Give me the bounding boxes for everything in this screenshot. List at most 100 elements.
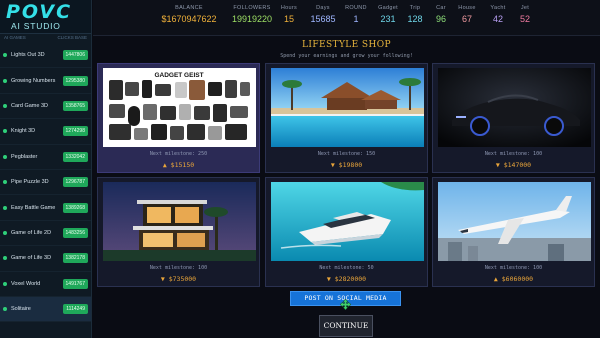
logo-subtitle: AI STUDIO bbox=[11, 21, 61, 31]
stat-label: Days bbox=[316, 5, 330, 11]
sidebar-header-left: AI GAMES bbox=[4, 35, 26, 40]
gadget-image: GADGET GEIST bbox=[103, 68, 256, 147]
car-image bbox=[438, 68, 591, 147]
stat-value: 67 bbox=[461, 14, 472, 24]
sidebar-item-game-of-life-3d[interactable]: Game of Life 3D 1382178 bbox=[0, 246, 91, 272]
stat-jet: Jet 52 bbox=[515, 5, 535, 24]
stat-yacht: Yacht 42 bbox=[486, 5, 510, 24]
sidebar-item-label: Card Game 3D bbox=[11, 102, 48, 109]
price-text: ▼ $147000 bbox=[495, 161, 532, 169]
sidebar-item-count: 1295380 bbox=[62, 75, 88, 86]
sidebar-item-label: Easy Battle Game bbox=[11, 204, 56, 211]
shop-card-trip[interactable]: Next milestone: 150 ▼ $19800 bbox=[265, 63, 428, 173]
sidebar-item-count: 1389268 bbox=[62, 202, 88, 213]
stat-house: House 67 bbox=[455, 5, 479, 24]
shop-card-house[interactable]: Next milestone: 100 ▼ $735000 bbox=[97, 177, 260, 287]
stat-label: Trip bbox=[409, 5, 421, 11]
stat-label: House bbox=[458, 5, 476, 11]
price-text: ▼ $2820000 bbox=[326, 275, 367, 283]
shop-panel: LIFESTYLE SHOP Spend your earnings and g… bbox=[93, 36, 600, 338]
sidebar-item-game-of-life-2d[interactable]: Game of Life 2D 1483256 bbox=[0, 221, 91, 247]
sidebar-item-lights-out-3d[interactable]: Lights Out 3D 1447806 bbox=[0, 43, 91, 69]
stat-days: Days 15685 bbox=[308, 5, 338, 24]
sidebar-item-voxel-world[interactable]: Voxel World 1491767 bbox=[0, 272, 91, 297]
milestone-text: Next milestone: 150 bbox=[317, 151, 376, 157]
status-dot-icon bbox=[3, 53, 7, 58]
logo: POVC AI STUDIO bbox=[0, 0, 91, 34]
stat-balance: BALANCE $1670947622 bbox=[157, 5, 221, 24]
sidebar-item-label: Solitaire bbox=[11, 306, 31, 313]
shop-subtitle: Spend your earnings and grow your follow… bbox=[280, 53, 413, 59]
stat-value: 1 bbox=[353, 14, 359, 24]
sidebar-item-pegblaster[interactable]: Pegblaster 1332042 bbox=[0, 145, 91, 170]
stat-label: FOLLOWERS bbox=[233, 5, 271, 11]
sidebar-item-label: Growing Numbers bbox=[11, 77, 56, 84]
status-dot-icon bbox=[3, 307, 7, 312]
shop-card-car[interactable]: Next milestone: 100 ▼ $147000 bbox=[432, 63, 595, 173]
sidebar-item-count: 1491767 bbox=[62, 278, 88, 289]
shop-title: LIFESTYLE SHOP bbox=[302, 40, 391, 50]
stat-round: ROUND 1 bbox=[343, 5, 369, 24]
milestone-text: Next milestone: 100 bbox=[149, 265, 208, 271]
stat-value: 52 bbox=[519, 14, 530, 24]
jet-image bbox=[438, 182, 591, 261]
stat-value: $1670947622 bbox=[161, 14, 217, 24]
stat-value: 15 bbox=[283, 14, 294, 24]
price-text: ▲ $6060000 bbox=[493, 275, 534, 283]
sidebar-item-label: Lights Out 3D bbox=[11, 52, 45, 59]
stat-value: 19919220 bbox=[231, 14, 273, 24]
status-dot-icon bbox=[3, 78, 7, 83]
sidebar-item-count: 1382178 bbox=[62, 253, 88, 264]
continue-button[interactable]: CONTINUE bbox=[319, 315, 373, 337]
stat-label: Yacht bbox=[490, 5, 506, 11]
sidebar-item-count: 1332042 bbox=[62, 151, 88, 162]
sidebar-item-pipe-puzzle-3d[interactable]: Pipe Puzzle 3D 1296787 bbox=[0, 170, 91, 196]
sidebar-item-count: 1447806 bbox=[62, 50, 88, 61]
sidebar-item-count: 1114249 bbox=[63, 304, 88, 315]
sidebar-item-solitaire[interactable]: Solitaire 1114249 bbox=[0, 296, 91, 323]
stat-value: 231 bbox=[380, 14, 396, 24]
sidebar-item-count: 1296787 bbox=[62, 177, 88, 188]
stats-bar: BALANCE $1670947622 FOLLOWERS 19919220 Hou… bbox=[93, 0, 600, 36]
sidebar-item-label: Knight 3D bbox=[11, 128, 36, 135]
stat-label: Jet bbox=[520, 5, 530, 11]
milestone-text: Next milestone: 250 bbox=[149, 151, 208, 157]
status-dot-icon bbox=[3, 180, 7, 185]
sidebar-header-right: CLICKS BASE bbox=[57, 35, 87, 40]
yacht-image bbox=[271, 182, 424, 261]
stat-followers: FOLLOWERS 19919220 bbox=[229, 5, 275, 24]
gadget-image-caption: GADGET GEIST bbox=[154, 72, 203, 79]
house-image bbox=[103, 182, 256, 261]
stat-label: Gadget bbox=[378, 5, 398, 11]
sidebar-item-label: Voxel World bbox=[11, 280, 41, 287]
sidebar-item-label: Pegblaster bbox=[11, 153, 38, 160]
status-dot-icon bbox=[3, 154, 7, 159]
sidebar-item-growing-numbers[interactable]: Growing Numbers 1295380 bbox=[0, 68, 91, 94]
sidebar-item-label: Game of Life 2D bbox=[11, 229, 52, 236]
shop-card-gadget[interactable]: GADGET GEIST Next milestone: 250 ▲ $1515… bbox=[97, 63, 260, 173]
sidebar-item-label: Pipe Puzzle 3D bbox=[11, 179, 49, 186]
milestone-text: Next milestone: 100 bbox=[484, 151, 543, 157]
stat-gadget: Gadget 231 bbox=[374, 5, 402, 24]
sidebar-item-easy-battle-game[interactable]: Easy Battle Game 1389268 bbox=[0, 195, 91, 221]
sidebar-item-count: 1274298 bbox=[62, 126, 88, 137]
sidebar-list: Lights Out 3D 1447806 Growing Numbers 1295… bbox=[0, 43, 91, 323]
stat-trip: Trip 128 bbox=[404, 5, 426, 24]
stat-value: 128 bbox=[407, 14, 423, 24]
sidebar-header: AI GAMES CLICKS BASE bbox=[0, 34, 91, 43]
sidebar-item-knight-3d[interactable]: Knight 3D 1274298 bbox=[0, 119, 91, 145]
stat-label: ROUND bbox=[345, 5, 367, 11]
sidebar-item-card-game-3d[interactable]: Card Game 3D 1358765 bbox=[0, 94, 91, 120]
status-dot-icon bbox=[3, 281, 7, 286]
sidebar-item-count: 1483256 bbox=[62, 227, 88, 238]
shop-card-jet[interactable]: Next milestone: 100 ▲ $6060000 bbox=[432, 177, 595, 287]
price-text: ▼ $19800 bbox=[330, 161, 363, 169]
trip-image bbox=[271, 68, 424, 147]
status-dot-icon bbox=[3, 205, 7, 210]
sidebar-item-count: 1358765 bbox=[62, 100, 88, 111]
status-dot-icon bbox=[3, 103, 7, 108]
status-dot-icon bbox=[3, 230, 7, 235]
price-text: ▼ $735000 bbox=[160, 275, 197, 283]
shop-card-yacht[interactable]: Next milestone: 50 ▼ $2820000 bbox=[265, 177, 428, 287]
logo-title: POVC bbox=[6, 1, 73, 23]
